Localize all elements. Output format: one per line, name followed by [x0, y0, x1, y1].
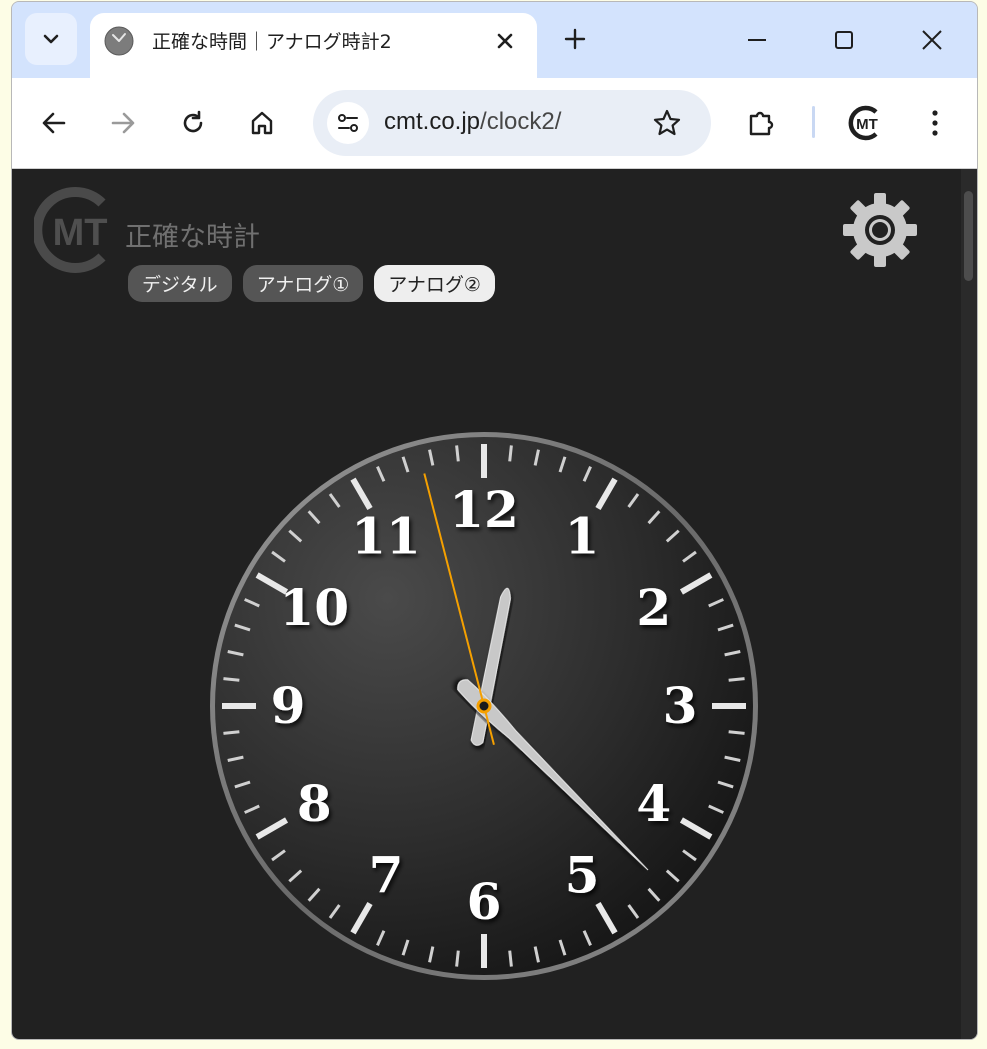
- more-vert-icon: [932, 110, 938, 136]
- minimize-icon: [748, 39, 766, 41]
- clock-numeral-8: 8: [297, 774, 332, 833]
- cmt-logo[interactable]: MT: [34, 187, 114, 273]
- url-text: cmt.co.jp/clock2/: [384, 108, 561, 136]
- home-button[interactable]: [241, 102, 283, 144]
- profile-button[interactable]: MT: [844, 102, 886, 144]
- plus-icon: [564, 28, 586, 50]
- browser-toolbar: cmt.co.jp/clock2/ MT: [12, 78, 977, 169]
- clock-numeral-10: 10: [279, 578, 349, 637]
- clock-numeral-7: 7: [369, 846, 404, 905]
- settings-gear-icon[interactable]: [843, 193, 917, 267]
- minimize-button[interactable]: [737, 20, 777, 60]
- tab-title: 正確な時間｜アナログ時計2: [152, 31, 392, 53]
- menu-button[interactable]: [914, 102, 956, 144]
- close-icon: [497, 33, 513, 49]
- site-title[interactable]: 正確な時計: [125, 215, 260, 254]
- new-tab-button[interactable]: [558, 22, 592, 56]
- center-pin: [476, 698, 492, 714]
- clock-numeral-6: 6: [467, 872, 502, 931]
- minute-tick: [508, 950, 513, 967]
- arrow-left-icon: [42, 112, 66, 134]
- arrow-right-icon: [111, 112, 135, 134]
- logo-text: MT: [53, 212, 108, 254]
- tab-close-button[interactable]: [489, 25, 521, 57]
- page-content: MT 正確な時計 デジタル アナログ① アナログ② 12 1 2 3 4 5 6…: [12, 169, 977, 1039]
- home-icon: [251, 111, 273, 135]
- address-bar[interactable]: cmt.co.jp/clock2/: [313, 90, 711, 156]
- clock-numeral-9: 9: [271, 676, 306, 735]
- clock-numeral-5: 5: [565, 846, 600, 905]
- nav-analog1-button[interactable]: アナログ①: [242, 265, 364, 302]
- close-window-button[interactable]: [912, 20, 952, 60]
- minute-tick: [455, 445, 460, 462]
- site-info-button[interactable]: [327, 102, 369, 144]
- forward-button[interactable]: [102, 102, 144, 144]
- tune-icon: [338, 114, 358, 132]
- close-icon: [922, 30, 942, 50]
- minute-tick: [223, 677, 240, 682]
- maximize-button[interactable]: [824, 20, 864, 60]
- clock-favicon-icon: [104, 26, 134, 56]
- nav-analog2-button[interactable]: アナログ②: [374, 265, 495, 302]
- nav-digital-button[interactable]: デジタル: [128, 265, 232, 302]
- toolbar-divider: [812, 106, 815, 138]
- star-icon: [653, 109, 681, 136]
- clock-numeral-12: 12: [449, 480, 519, 539]
- url-path: /clock2/: [480, 108, 562, 135]
- puzzle-icon: [749, 111, 774, 136]
- clock-numeral-11: 11: [351, 506, 421, 565]
- active-tab[interactable]: 正確な時間｜アナログ時計2: [90, 13, 537, 79]
- tab-search-button[interactable]: [25, 13, 77, 65]
- scrollbar-track[interactable]: [961, 169, 977, 1039]
- reload-button[interactable]: [172, 102, 214, 144]
- browser-window: 正確な時間｜アナログ時計2 cmt.co.jp/clock2/ MT MT 正確…: [11, 1, 978, 1040]
- scrollbar-thumb[interactable]: [964, 191, 973, 281]
- minute-tick: [223, 730, 240, 735]
- minute-tick: [728, 677, 745, 682]
- clock-type-nav: デジタル アナログ① アナログ②: [128, 265, 495, 302]
- extensions-button[interactable]: [740, 102, 782, 144]
- clock-numeral-2: 2: [636, 578, 671, 637]
- maximize-icon: [835, 31, 853, 49]
- bookmark-button[interactable]: [647, 103, 687, 143]
- reload-icon: [183, 110, 203, 133]
- clock-numeral-1: 1: [565, 506, 600, 565]
- analog-clock: 12 12 3 45 6 78 9 1011: [210, 432, 758, 980]
- chevron-down-icon: [43, 34, 59, 44]
- url-host: cmt.co.jp: [384, 108, 481, 135]
- minute-tick: [728, 730, 745, 735]
- clock-numeral-3: 3: [663, 676, 698, 735]
- clock-numeral-4: 4: [636, 774, 671, 833]
- cmt-logo-icon: MT: [848, 105, 878, 141]
- minute-tick: [455, 950, 460, 967]
- tab-strip: 正確な時間｜アナログ時計2: [12, 2, 977, 79]
- minute-tick: [508, 445, 513, 462]
- profile-logo-text: MT: [856, 116, 878, 133]
- back-button[interactable]: [33, 102, 75, 144]
